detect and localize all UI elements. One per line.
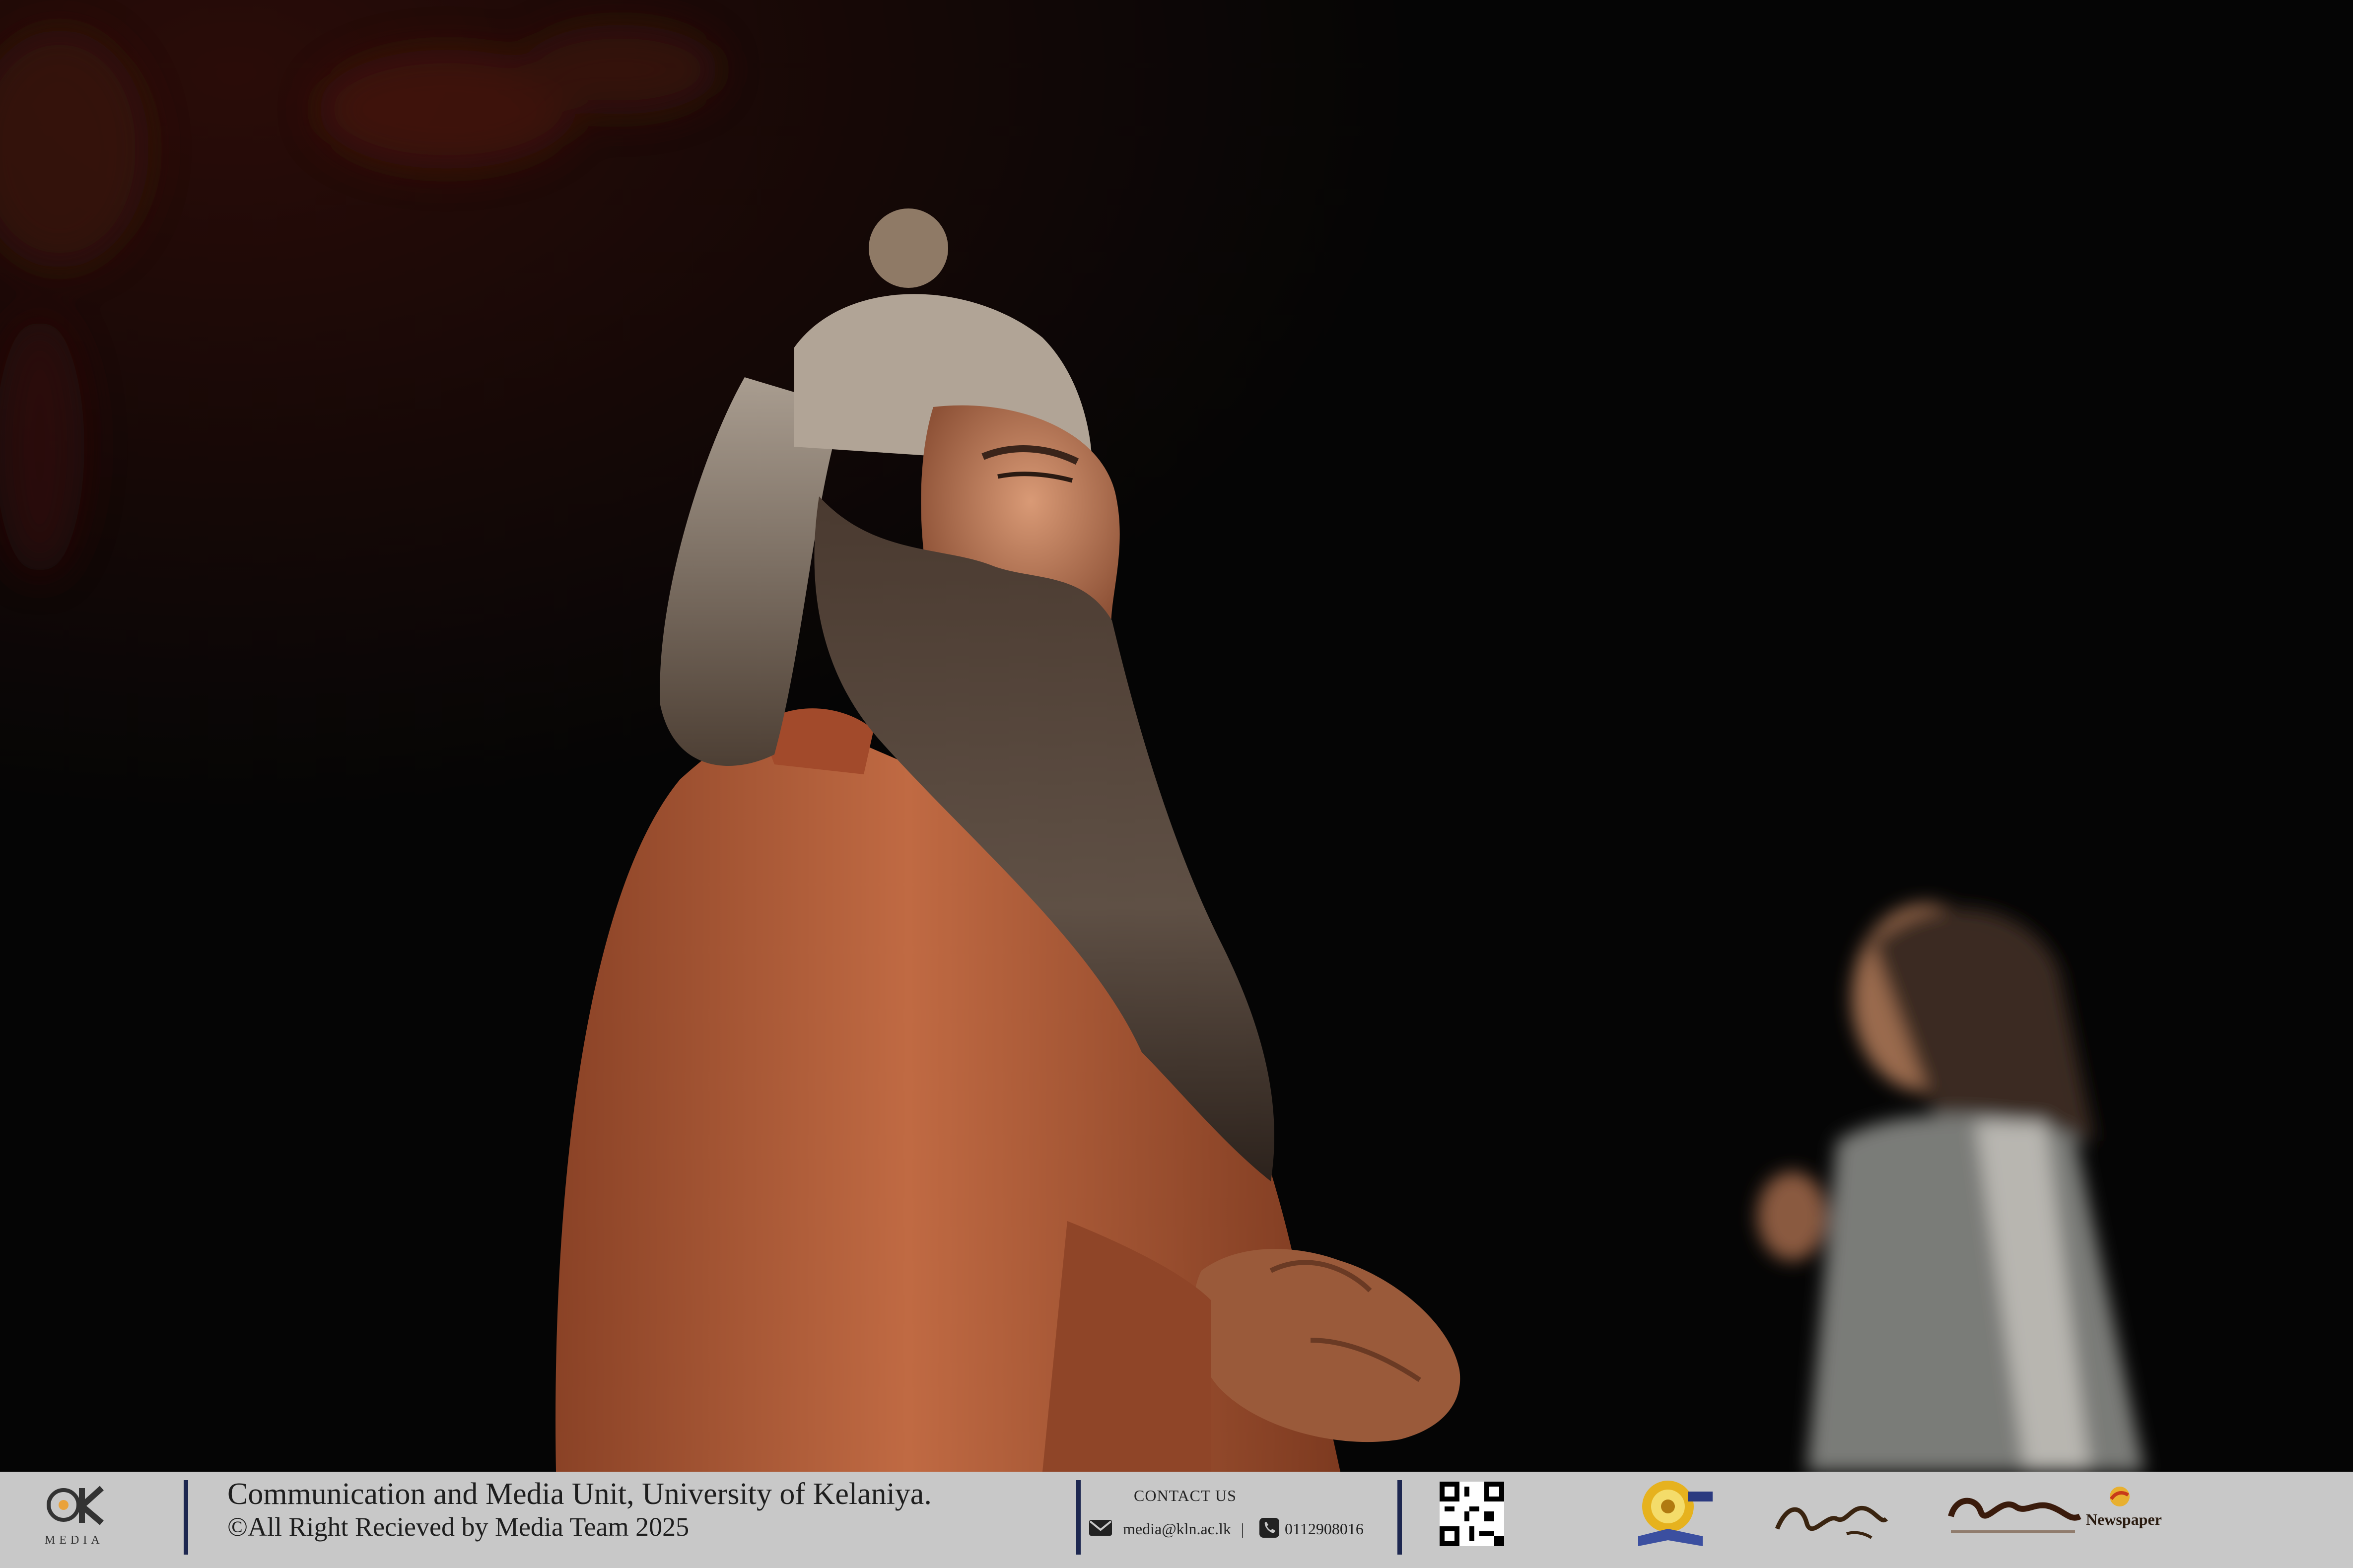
contact-separator: | — [1241, 1520, 1245, 1538]
copyright-line: ©All Right Recieved by Media Team 2025 — [227, 1512, 690, 1542]
qr-code-icon[interactable] — [1440, 1482, 1504, 1546]
phone-icon — [1258, 1517, 1280, 1539]
stage-photo — [0, 0, 2353, 1472]
contact-phone[interactable]: 0112908016 — [1285, 1520, 1364, 1538]
org-line: Communication and Media Unit, University… — [227, 1477, 932, 1511]
envelope-icon — [1088, 1518, 1113, 1538]
footer-divider — [1076, 1480, 1081, 1555]
logo-caption: MEDIA — [45, 1534, 104, 1547]
script-publication-logo — [1772, 1484, 1891, 1549]
footer-divider — [1397, 1480, 1402, 1555]
newspaper-logo — [1946, 1487, 2085, 1546]
footer-divider — [184, 1480, 188, 1555]
contact-email[interactable]: media@kln.ac.lk — [1123, 1520, 1231, 1538]
contact-heading: CONTACT US — [1134, 1487, 1237, 1504]
newspaper-swirl-icon — [2107, 1484, 2132, 1509]
tv-emblem-logo — [1628, 1477, 1718, 1551]
newspaper-label: Newspaper — [2086, 1510, 2162, 1528]
